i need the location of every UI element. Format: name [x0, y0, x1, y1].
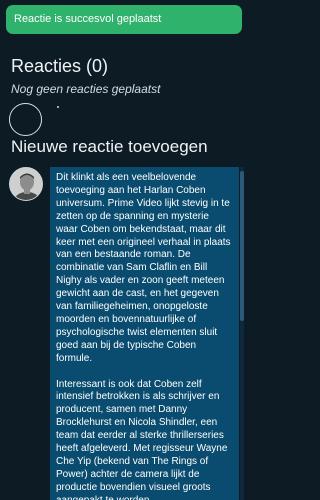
toast-message: Reactie is succesvol geplaatst	[14, 13, 162, 25]
loading-dot	[57, 106, 59, 108]
new-comment-title: Nieuwe reactie toevoegen	[11, 137, 208, 156]
success-toast: Reactie is succesvol geplaatst	[6, 5, 242, 34]
comments-title: Reacties (0)	[11, 56, 109, 76]
user-avatar	[9, 167, 43, 201]
comment-textarea[interactable]: Dit klinkt als een veelbelovende toevoeg…	[50, 167, 239, 500]
no-comments-note: Nog geen reacties geplaatst	[11, 82, 161, 96]
user-avatar-image	[10, 168, 42, 200]
scrollbar-thumb[interactable]	[240, 171, 244, 321]
avatar-placeholder	[9, 103, 42, 136]
textarea-scrollbar[interactable]	[240, 167, 244, 500]
